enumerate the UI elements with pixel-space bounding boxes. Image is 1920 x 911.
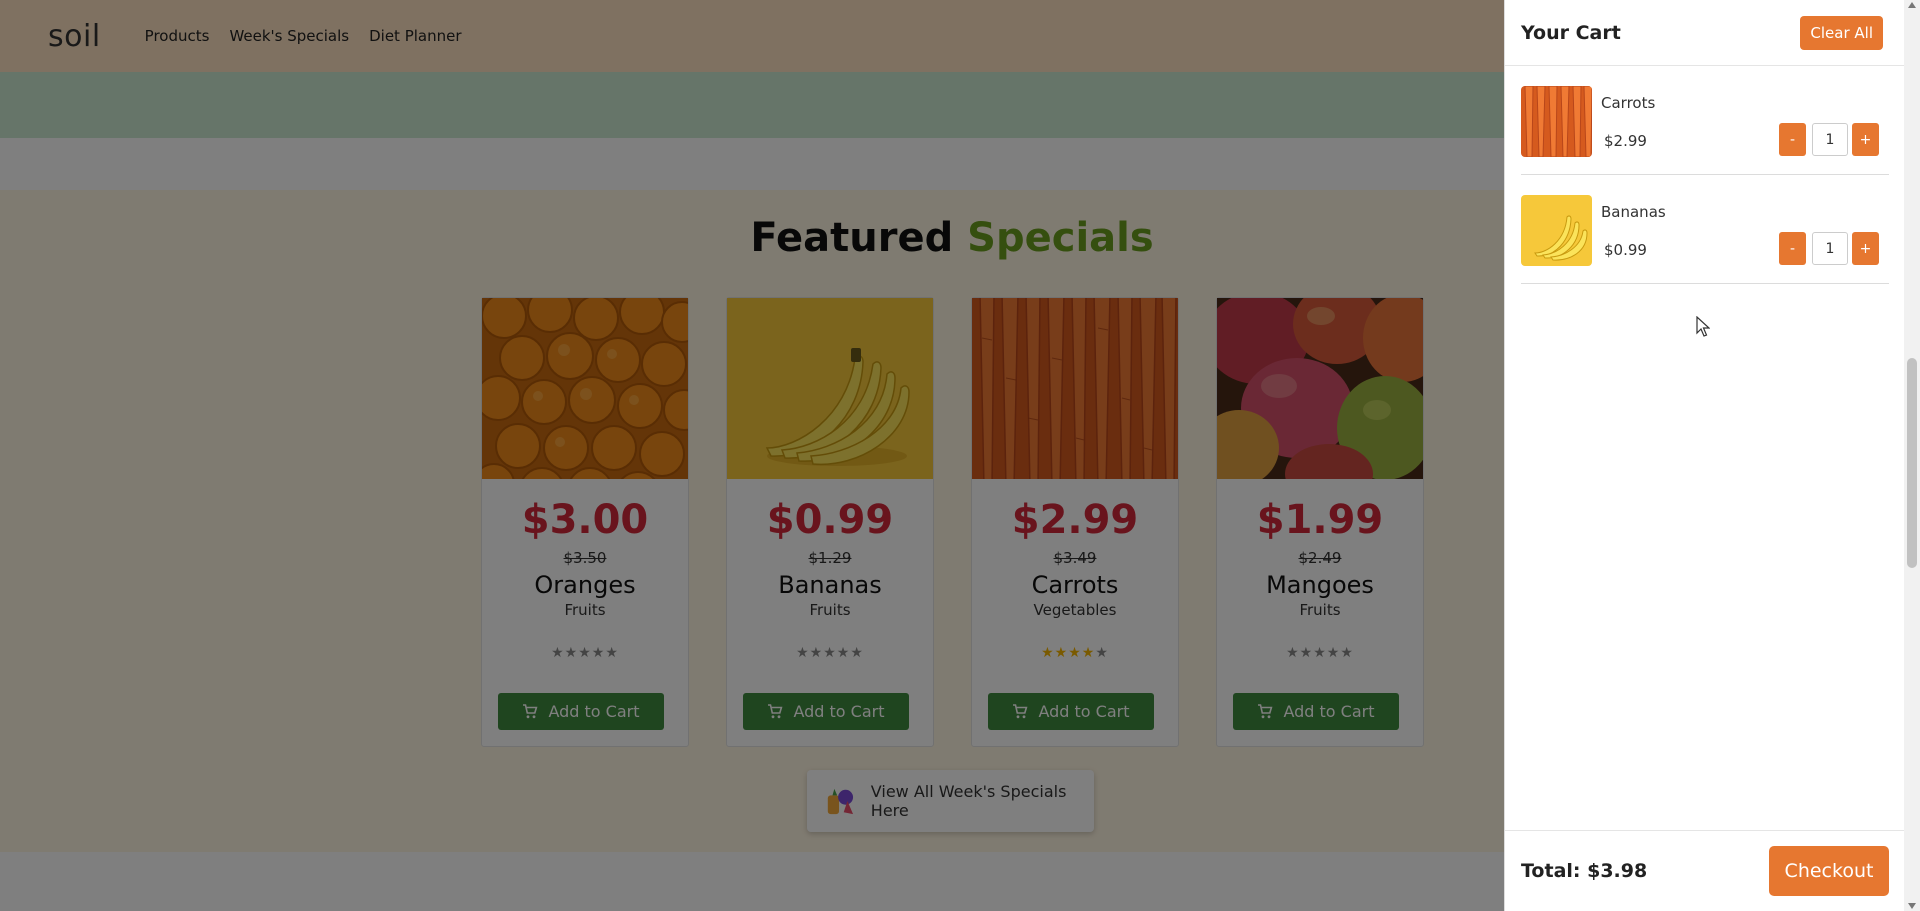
cart-drawer: Your Cart Clear All Carrots $2.99 - + — [1504, 0, 1905, 911]
mouse-cursor-icon — [1696, 316, 1710, 337]
page-scrollbar[interactable] — [1904, 0, 1920, 911]
decrease-quantity-button[interactable]: - — [1779, 232, 1806, 265]
cart-total: Total: $3.98 — [1521, 860, 1648, 882]
cart-item-price: $0.99 — [1604, 241, 1647, 259]
cart-title: Your Cart — [1521, 21, 1621, 44]
scrollbar-thumb[interactable] — [1907, 358, 1917, 568]
decrease-quantity-button[interactable]: - — [1779, 123, 1806, 156]
increase-quantity-button[interactable]: + — [1852, 232, 1879, 265]
increase-quantity-button[interactable]: + — [1852, 123, 1879, 156]
cart-item-image — [1521, 195, 1592, 266]
cart-item-name: Carrots — [1601, 94, 1656, 112]
clear-all-button[interactable]: Clear All — [1800, 15, 1883, 50]
checkout-button[interactable]: Checkout — [1769, 846, 1889, 896]
cart-footer: Total: $3.98 Checkout — [1505, 830, 1905, 911]
quantity-input[interactable] — [1812, 123, 1848, 156]
cart-item-image — [1521, 86, 1592, 157]
quantity-input[interactable] — [1812, 232, 1848, 265]
cart-item-bananas: Bananas $0.99 - + — [1521, 175, 1889, 284]
modal-overlay[interactable] — [0, 0, 1504, 911]
scroll-down-arrow-icon[interactable] — [1908, 903, 1916, 909]
cart-header: Your Cart Clear All — [1505, 0, 1904, 66]
cart-item-price: $2.99 — [1604, 132, 1647, 150]
cart-item-carrots: Carrots $2.99 - + — [1521, 66, 1889, 175]
cart-item-name: Bananas — [1601, 203, 1666, 221]
scroll-up-arrow-icon[interactable] — [1908, 2, 1916, 8]
